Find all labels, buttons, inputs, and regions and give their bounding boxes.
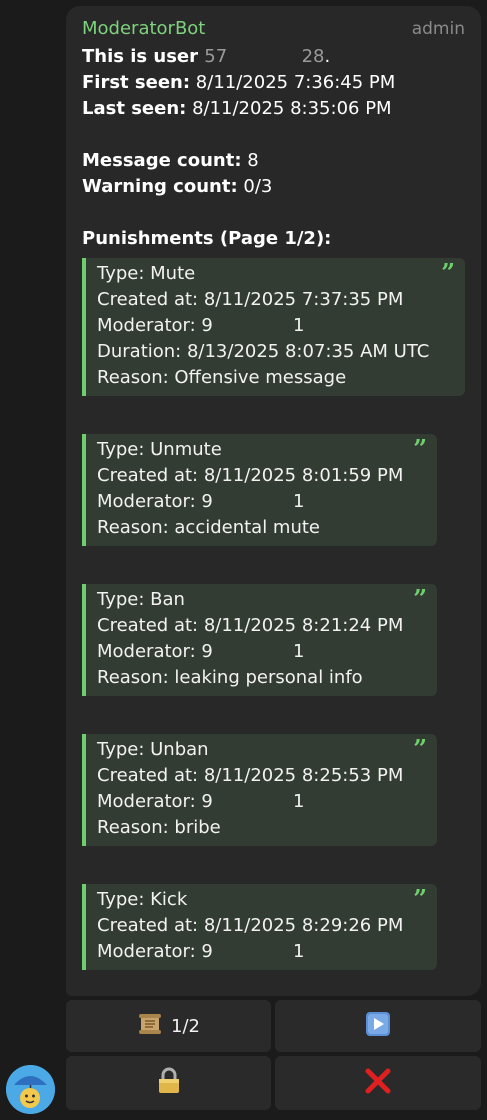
punishment-entry: ” Type: Mute Created at: 8/11/2025 7:37:… xyxy=(82,258,465,396)
punishment-type: Type: Ban xyxy=(97,589,185,610)
punishment-moderator: Moderator: 9 1 xyxy=(97,491,305,512)
punishments-heading: Punishments (Page 1/2): xyxy=(82,228,332,249)
last-seen-value: 8/11/2025 8:35:06 PM xyxy=(186,98,392,119)
warning-count-label: Warning count: xyxy=(82,176,238,197)
message-count-line: Message count: 8 xyxy=(82,148,465,174)
quote-icon: ” xyxy=(441,258,455,287)
punishment-moderator: Moderator: 9 1 xyxy=(97,791,305,812)
user-line-suffix: . xyxy=(324,46,331,67)
punishment-entry: ” Type: Unban Created at: 8/11/2025 8:25… xyxy=(82,734,437,846)
first-seen-label: First seen: xyxy=(82,72,191,93)
page-indicator-button[interactable]: 1/2 xyxy=(66,1000,271,1052)
user-line-label: This is user xyxy=(82,46,205,67)
warning-count-value: 0/3 xyxy=(237,176,273,197)
scroll-icon xyxy=(137,1011,163,1042)
lock-icon xyxy=(156,1067,182,1100)
punishment-type: Type: Kick xyxy=(97,889,188,910)
quote-icon: ” xyxy=(413,734,427,763)
quote-icon: ” xyxy=(413,434,427,463)
message-count-label: Message count: xyxy=(82,150,242,171)
punishment-moderator: Moderator: 9 1 xyxy=(97,641,305,662)
punishment-type: Type: Mute xyxy=(97,263,196,284)
punishment-created: Created at: 8/11/2025 8:21:24 PM xyxy=(97,615,404,636)
punishment-type: Type: Unmute xyxy=(97,439,222,460)
last-seen-label: Last seen: xyxy=(82,98,187,119)
message-count-value: 8 xyxy=(241,150,259,171)
sender-role: admin xyxy=(411,19,465,39)
punishment-reason: Reason: accidental mute xyxy=(97,517,321,538)
quote-icon: ” xyxy=(413,884,427,913)
punishment-created: Created at: 8/11/2025 7:37:35 PM xyxy=(97,289,404,310)
first-seen-line: First seen: 8/11/2025 7:36:45 PM xyxy=(82,70,465,96)
last-seen-line: Last seen: 8/11/2025 8:35:06 PM xyxy=(82,96,465,122)
punishment-entry: ” Type: Unmute Created at: 8/11/2025 8:0… xyxy=(82,434,437,546)
punishment-entry: ” Type: Kick Created at: 8/11/2025 8:29:… xyxy=(82,884,437,970)
punishment-reason: Reason: Offensive message xyxy=(97,367,347,388)
punishment-created: Created at: 8/11/2025 8:01:59 PM xyxy=(97,465,404,486)
sender-name[interactable]: ModeratorBot xyxy=(82,18,205,39)
punishment-moderator: Moderator: 9 1 xyxy=(97,315,305,336)
user-line: This is user 57 28. xyxy=(82,44,465,70)
punishment-duration: Duration: 8/13/2025 8:07:35 AM UTC xyxy=(97,341,430,362)
close-button[interactable] xyxy=(275,1056,481,1110)
user-id-start: 57 xyxy=(204,46,228,67)
punishment-reason: Reason: leaking personal info xyxy=(97,667,363,688)
punishment-moderator: Moderator: 9 1 xyxy=(97,941,305,962)
punishment-entry: ” Type: Ban Created at: 8/11/2025 8:21:2… xyxy=(82,584,437,696)
lock-button[interactable] xyxy=(66,1056,271,1110)
next-page-button[interactable] xyxy=(275,1000,481,1052)
red-cross-icon xyxy=(364,1067,392,1100)
first-seen-value: 8/11/2025 7:36:45 PM xyxy=(190,72,396,93)
user-id-end: 28 xyxy=(301,46,325,67)
bot-avatar[interactable] xyxy=(6,1065,55,1114)
play-next-icon xyxy=(365,1011,391,1042)
punishment-reason: Reason: bribe xyxy=(97,817,221,838)
quote-icon: ” xyxy=(413,584,427,613)
warning-count-line: Warning count: 0/3 xyxy=(82,174,465,200)
punishment-created: Created at: 8/11/2025 8:25:53 PM xyxy=(97,765,404,786)
message-bubble: ModeratorBot admin This is user 57 28. F… xyxy=(66,6,481,996)
punishment-created: Created at: 8/11/2025 8:29:26 PM xyxy=(97,915,404,936)
page-indicator-label: 1/2 xyxy=(171,1015,200,1037)
punishment-type: Type: Unban xyxy=(97,739,209,760)
